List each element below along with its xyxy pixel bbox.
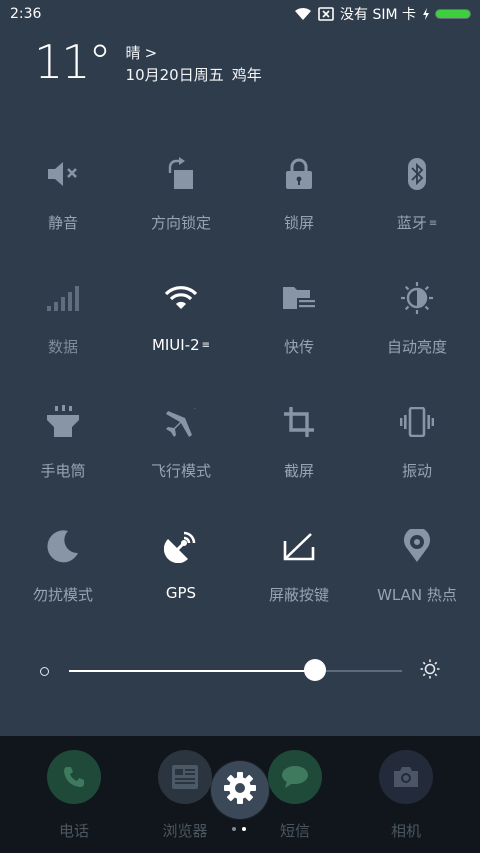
weather-date: 10月20日周五 — [125, 66, 224, 84]
tile-label: 自动亮度 — [386, 338, 447, 356]
brightness-slider[interactable] — [40, 656, 440, 686]
tile-quick-transfer[interactable]: 快传 — [240, 274, 358, 398]
gps-icon — [161, 526, 201, 566]
brightness-track[interactable] — [69, 659, 402, 681]
tile-label: WLAN 热点 — [377, 586, 457, 604]
tile-rotation-lock[interactable]: 方向锁定 — [122, 150, 240, 274]
temperature: 11° — [34, 35, 112, 89]
rotation-lock-icon — [161, 154, 201, 194]
flashlight-icon — [43, 402, 83, 442]
tile-vibrate[interactable]: 振动 — [358, 398, 476, 522]
airplane-icon — [161, 402, 201, 442]
status-bar: 2:36 没有 SIM 卡 — [0, 0, 480, 28]
brightness-fill — [69, 670, 316, 672]
tile-block-keys[interactable]: 屏蔽按键 — [240, 522, 358, 646]
weather-zodiac-year: 鸡年 — [231, 66, 262, 84]
tile-bluetooth[interactable]: 蓝牙 ≡ — [358, 150, 476, 274]
vibrate-icon — [397, 402, 437, 442]
tile-flashlight[interactable]: 手电筒 — [4, 398, 122, 522]
tile-label: GPS — [165, 584, 197, 602]
tile-label: 静音 — [47, 214, 78, 232]
tile-airplane-mode[interactable]: 飞行模式 — [122, 398, 240, 522]
charging-icon — [422, 8, 430, 20]
no-sim-icon — [318, 7, 334, 21]
tile-label: 蓝牙 ≡ — [397, 212, 437, 233]
bluetooth-icon — [397, 154, 437, 194]
status-icons: 没有 SIM 卡 — [294, 4, 470, 24]
status-time: 2:36 — [10, 6, 42, 22]
tile-do-not-disturb[interactable]: 勿扰模式 — [4, 522, 122, 646]
page-dot-active — [242, 827, 246, 831]
gear-icon — [223, 771, 257, 809]
dock-label: 相机 — [390, 822, 421, 840]
folder-transfer-icon — [279, 278, 319, 318]
quick-settings-grid: 静音 方向锁定 锁屏 蓝牙 ≡ 数据 MIUI-2 ≡ 快传 自动亮度 手电筒 … — [0, 150, 480, 646]
no-sim-text: 没有 SIM 卡 — [340, 7, 416, 23]
tile-label: 数据 — [47, 338, 78, 356]
tile-gps[interactable]: GPS — [122, 522, 240, 646]
tile-label: 截屏 — [283, 462, 314, 480]
tile-label-text: 蓝牙 — [396, 214, 427, 232]
browser-icon — [158, 750, 212, 804]
wifi-icon — [294, 7, 312, 21]
page-indicator — [232, 827, 246, 831]
tile-label: 振动 — [401, 462, 432, 480]
message-icon — [268, 750, 322, 804]
more-icon: ≡ — [201, 340, 211, 351]
signal-icon — [43, 278, 83, 318]
dock-label: 电话 — [58, 822, 89, 840]
tile-label: 手电筒 — [40, 462, 86, 480]
dock-app-phone[interactable]: 电话 — [29, 750, 119, 841]
tile-auto-brightness[interactable]: 自动亮度 — [358, 274, 476, 398]
mute-icon — [43, 154, 83, 194]
tile-label: 勿扰模式 — [32, 586, 93, 604]
block-keys-icon — [279, 526, 319, 566]
weather-widget[interactable]: 11° 晴 > 10月20日周五 鸡年 — [34, 36, 262, 88]
weather-condition: 晴 — [125, 44, 141, 62]
tile-label: 飞行模式 — [150, 462, 211, 480]
camera-icon — [379, 750, 433, 804]
dock-label: 浏览器 — [162, 822, 208, 840]
tile-label: 屏蔽按键 — [268, 586, 329, 604]
phone-icon — [47, 750, 101, 804]
tile-label: 快传 — [283, 338, 314, 356]
crop-icon — [279, 402, 319, 442]
tile-label: 锁屏 — [283, 214, 314, 232]
brightness-low-icon — [40, 666, 49, 676]
moon-icon — [43, 526, 83, 566]
battery-icon — [436, 10, 470, 18]
dock-app-camera[interactable]: 相机 — [361, 750, 451, 841]
dock-label: 短信 — [279, 822, 310, 840]
tile-mute[interactable]: 静音 — [4, 150, 122, 274]
tile-label-text: MIUI-2 — [151, 336, 200, 354]
tile-lock-screen[interactable]: 锁屏 — [240, 150, 358, 274]
tile-wifi[interactable]: MIUI-2 ≡ — [122, 274, 240, 398]
tile-label: 方向锁定 — [150, 214, 211, 232]
settings-button[interactable] — [211, 761, 269, 819]
tile-wlan-hotspot[interactable]: WLAN 热点 — [358, 522, 476, 646]
weather-arrow: > — [144, 44, 158, 62]
auto-brightness-icon — [397, 278, 437, 318]
page-dot — [232, 827, 236, 831]
tile-mobile-data[interactable]: 数据 — [4, 274, 122, 398]
hotspot-icon — [397, 526, 437, 566]
brightness-thumb[interactable] — [304, 659, 327, 681]
tile-screenshot[interactable]: 截屏 — [240, 398, 358, 522]
wifi-icon — [161, 278, 201, 318]
brightness-high-icon — [420, 659, 440, 683]
more-icon: ≡ — [428, 218, 438, 229]
tile-label: MIUI-2 ≡ — [152, 336, 210, 354]
lock-icon — [279, 154, 319, 194]
